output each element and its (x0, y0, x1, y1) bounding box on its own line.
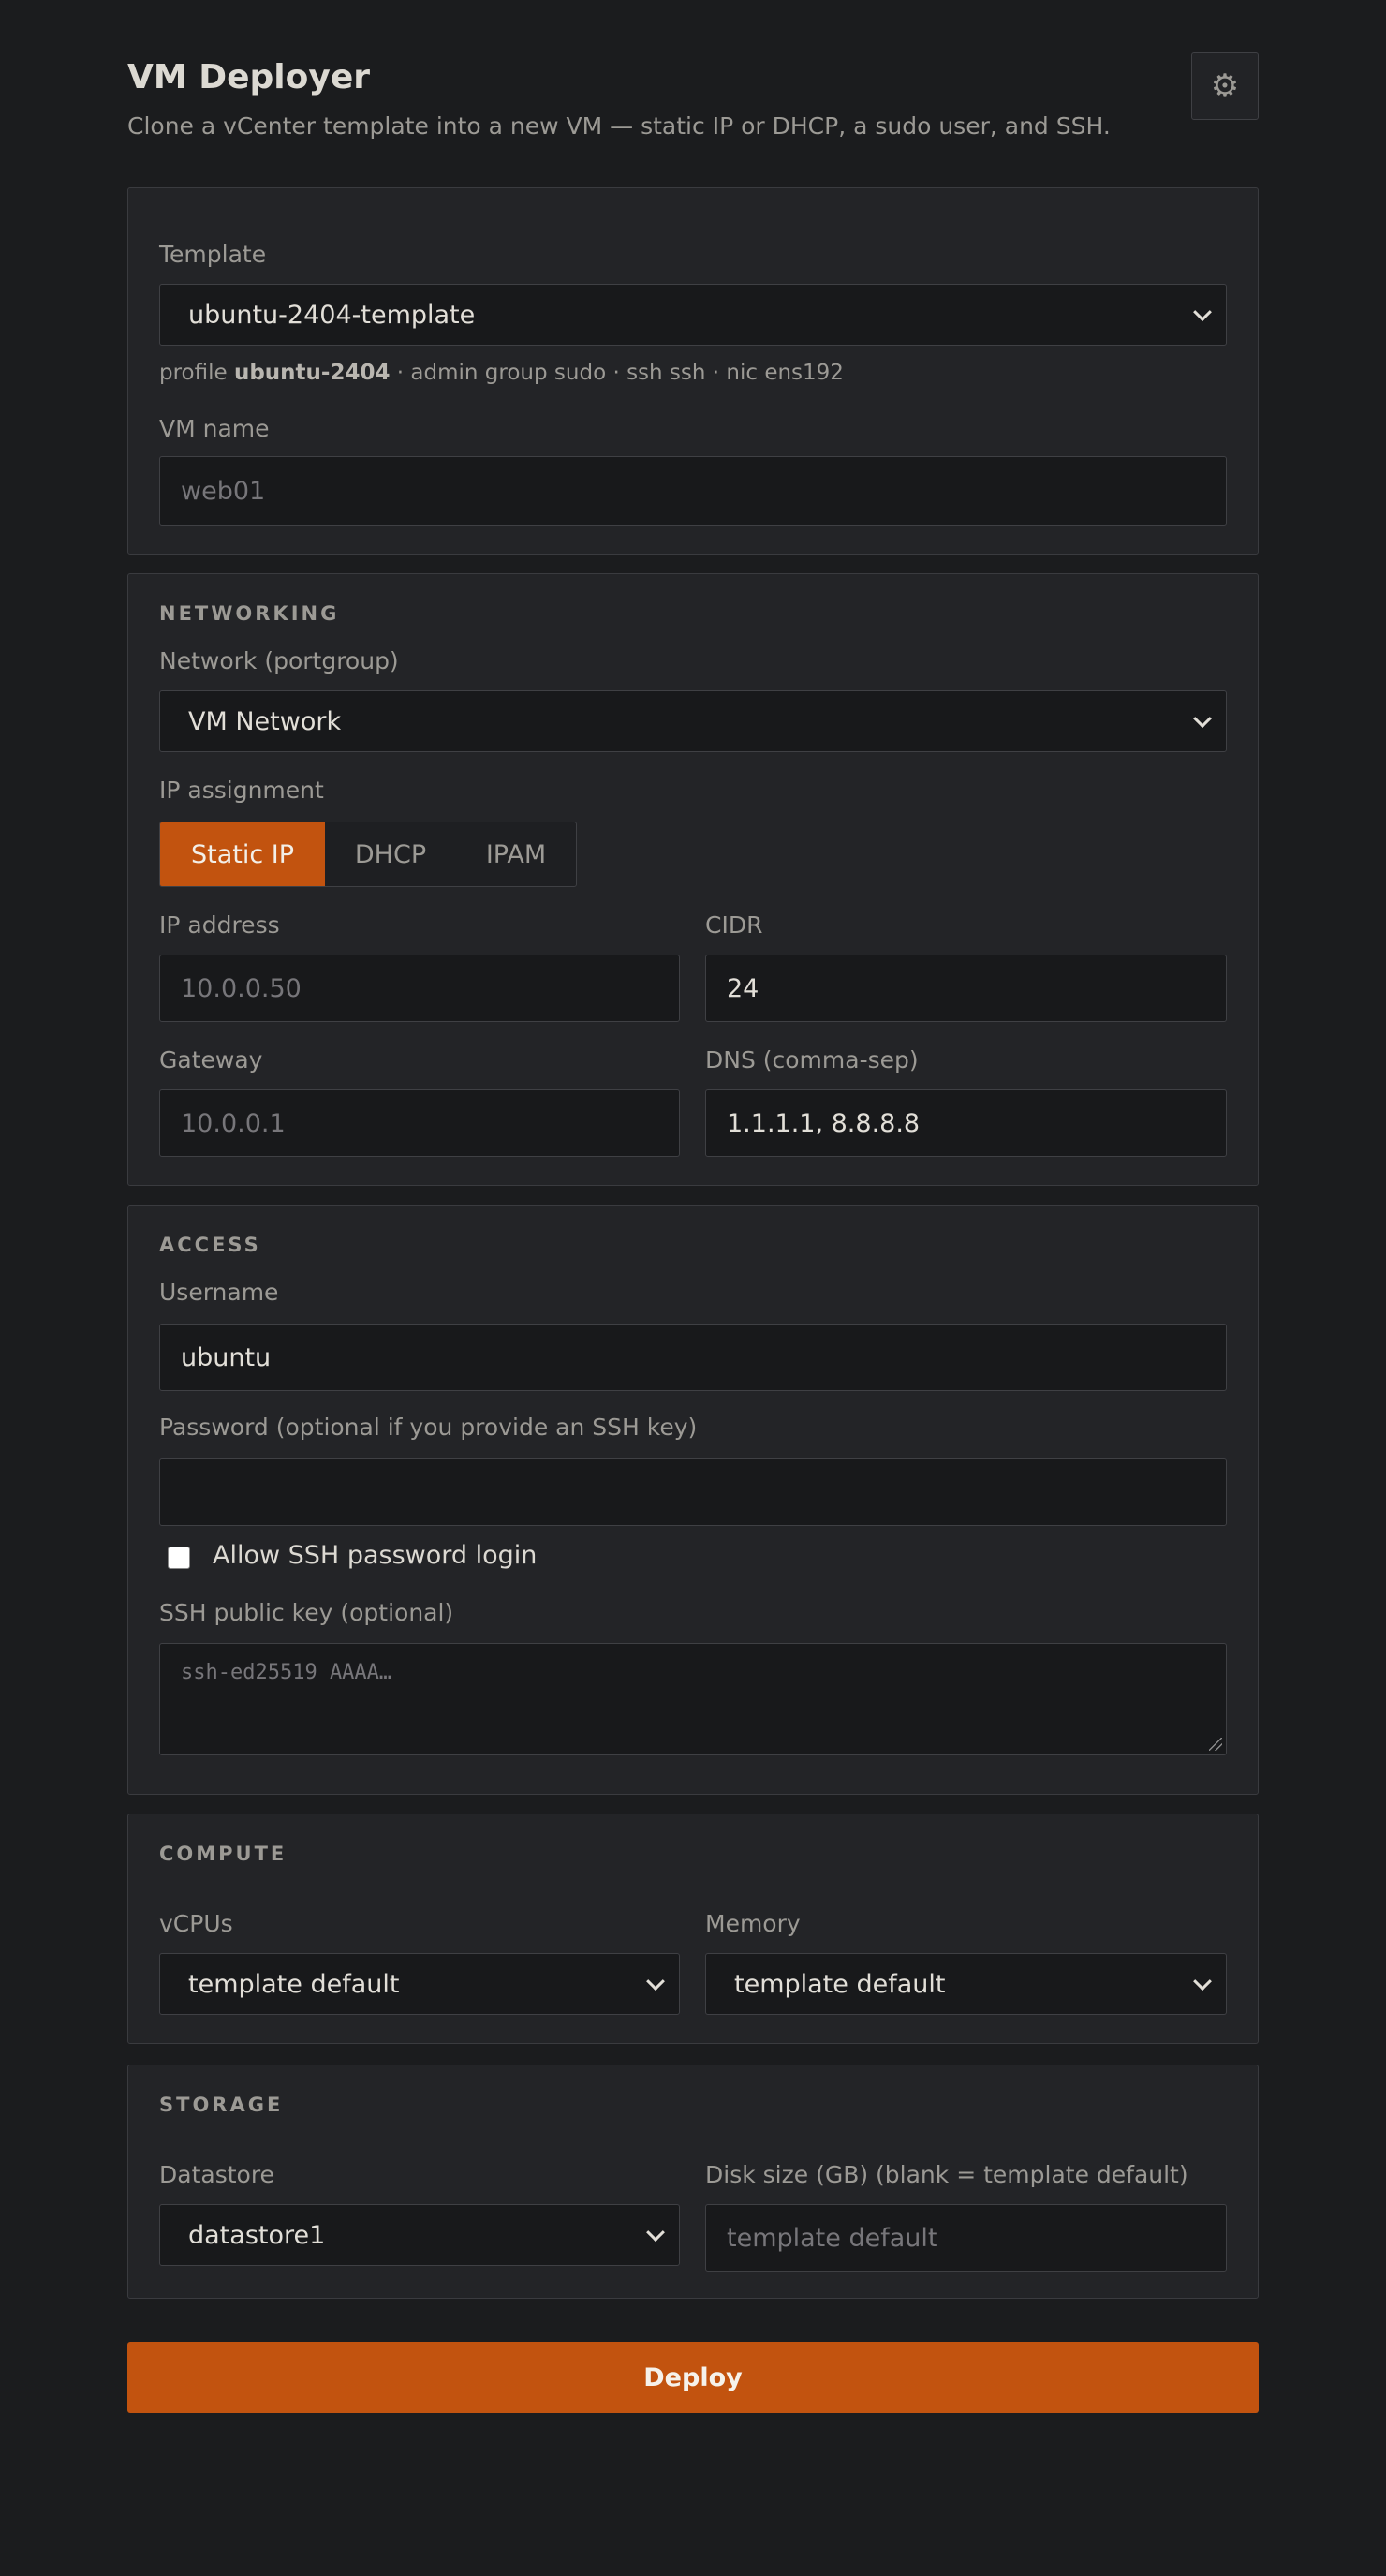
dns-value: 1.1.1.1, 8.8.8.8 (727, 1108, 921, 1138)
gateway-label: Gateway (159, 1046, 263, 1073)
hint-profile: ubuntu-2404 (233, 361, 391, 385)
ssh-key-textarea[interactable]: ssh-ed25519 AAAA… (159, 1643, 1227, 1755)
network-label: Network (portgroup) (159, 647, 399, 674)
vm-name-placeholder: web01 (181, 476, 266, 506)
content: VM Deployer Clone a vCenter template int… (127, 0, 1259, 2413)
ssh-key-placeholder: ssh-ed25519 AAAA… (181, 1661, 392, 1684)
memory-select[interactable]: template default (705, 1953, 1227, 2015)
vcpus-label: vCPUs (159, 1910, 233, 1937)
vm-name-label: VM name (159, 415, 270, 442)
dns-input[interactable]: 1.1.1.1, 8.8.8.8 (705, 1089, 1227, 1157)
ip-address-label: IP address (159, 911, 280, 939)
allow-ssh-password-label[interactable]: Allow SSH password login (213, 1541, 537, 1570)
access-title: ACCESS (159, 1234, 261, 1256)
password-label: Password (optional if you provide an SSH… (159, 1414, 698, 1441)
username-label: Username (159, 1279, 279, 1306)
allow-ssh-password-checkbox[interactable] (168, 1547, 190, 1569)
gear-icon: ⚙ (1210, 67, 1240, 105)
chevron-down-icon (1193, 1972, 1212, 1991)
datastore-select-value: datastore1 (188, 2220, 326, 2250)
access-panel: ACCESS Username ubuntu Password (optiona… (127, 1205, 1259, 1795)
gateway-input[interactable]: 10.0.0.1 (159, 1089, 680, 1157)
chevron-down-icon (1193, 709, 1212, 729)
memory-label: Memory (705, 1910, 801, 1937)
template-label: Template (159, 241, 267, 268)
ssh-key-label: SSH public key (optional) (159, 1599, 454, 1626)
disk-size-placeholder: template default (727, 2223, 938, 2253)
page-subtitle: Clone a vCenter template into a new VM —… (127, 112, 1111, 140)
datastore-label: Datastore (159, 2161, 274, 2188)
cidr-input[interactable]: 24 (705, 955, 1227, 1022)
header: VM Deployer Clone a vCenter template int… (127, 0, 1259, 187)
ip-mode-ipam[interactable]: IPAM (456, 822, 576, 886)
compute-panel: COMPUTE vCPUs template default Memory te… (127, 1814, 1259, 2044)
page-title: VM Deployer (127, 58, 370, 96)
vcpus-select[interactable]: template default (159, 1953, 680, 2015)
memory-select-value: template default (734, 1969, 946, 1999)
hint-prefix: profile (159, 361, 228, 385)
cidr-value: 24 (727, 973, 759, 1003)
networking-panel: NETWORKING Network (portgroup) VM Networ… (127, 573, 1259, 1186)
disk-size-label: Disk size (GB) (blank = template default… (705, 2161, 1188, 2188)
dns-label: DNS (comma-sep) (705, 1046, 919, 1073)
template-select[interactable]: ubuntu-2404-template (159, 284, 1227, 346)
ip-mode-static[interactable]: Static IP (160, 822, 325, 886)
storage-panel: STORAGE Datastore datastore1 Disk size (… (127, 2065, 1259, 2299)
ip-mode-dhcp[interactable]: DHCP (325, 822, 456, 886)
vcpus-select-value: template default (188, 1969, 400, 1999)
settings-button[interactable]: ⚙ (1191, 52, 1259, 120)
page: VM Deployer Clone a vCenter template int… (0, 0, 1386, 2576)
template-select-value: ubuntu-2404-template (188, 300, 476, 330)
password-input[interactable] (159, 1458, 1227, 1526)
datastore-select[interactable]: datastore1 (159, 2204, 680, 2266)
vm-name-input[interactable]: web01 (159, 456, 1227, 526)
ip-assignment-label: IP assignment (159, 777, 324, 804)
chevron-down-icon (646, 2223, 665, 2243)
template-profile-hint: profile ubuntu-2404 · admin group sudo ·… (159, 361, 844, 385)
network-select[interactable]: VM Network (159, 690, 1227, 752)
hint-details: · admin group sudo · ssh ssh · nic ens19… (396, 361, 844, 385)
network-select-value: VM Network (188, 706, 342, 736)
username-value: ubuntu (181, 1342, 272, 1372)
username-input[interactable]: ubuntu (159, 1324, 1227, 1391)
gateway-placeholder: 10.0.0.1 (181, 1108, 286, 1138)
deploy-button[interactable]: Deploy (127, 2342, 1259, 2413)
chevron-down-icon (646, 1972, 665, 1991)
compute-title: COMPUTE (159, 1843, 288, 1865)
template-panel: Template ubuntu-2404-template profile ub… (127, 187, 1259, 555)
ip-address-input[interactable]: 10.0.0.50 (159, 955, 680, 1022)
chevron-down-icon (1193, 303, 1212, 322)
ip-assignment-toggle: Static IP DHCP IPAM (159, 822, 577, 887)
cidr-label: CIDR (705, 911, 763, 939)
storage-title: STORAGE (159, 2094, 284, 2116)
networking-title: NETWORKING (159, 602, 340, 625)
resize-handle-icon[interactable] (1209, 1738, 1222, 1751)
disk-size-input[interactable]: template default (705, 2204, 1227, 2272)
ip-address-placeholder: 10.0.0.50 (181, 973, 302, 1003)
